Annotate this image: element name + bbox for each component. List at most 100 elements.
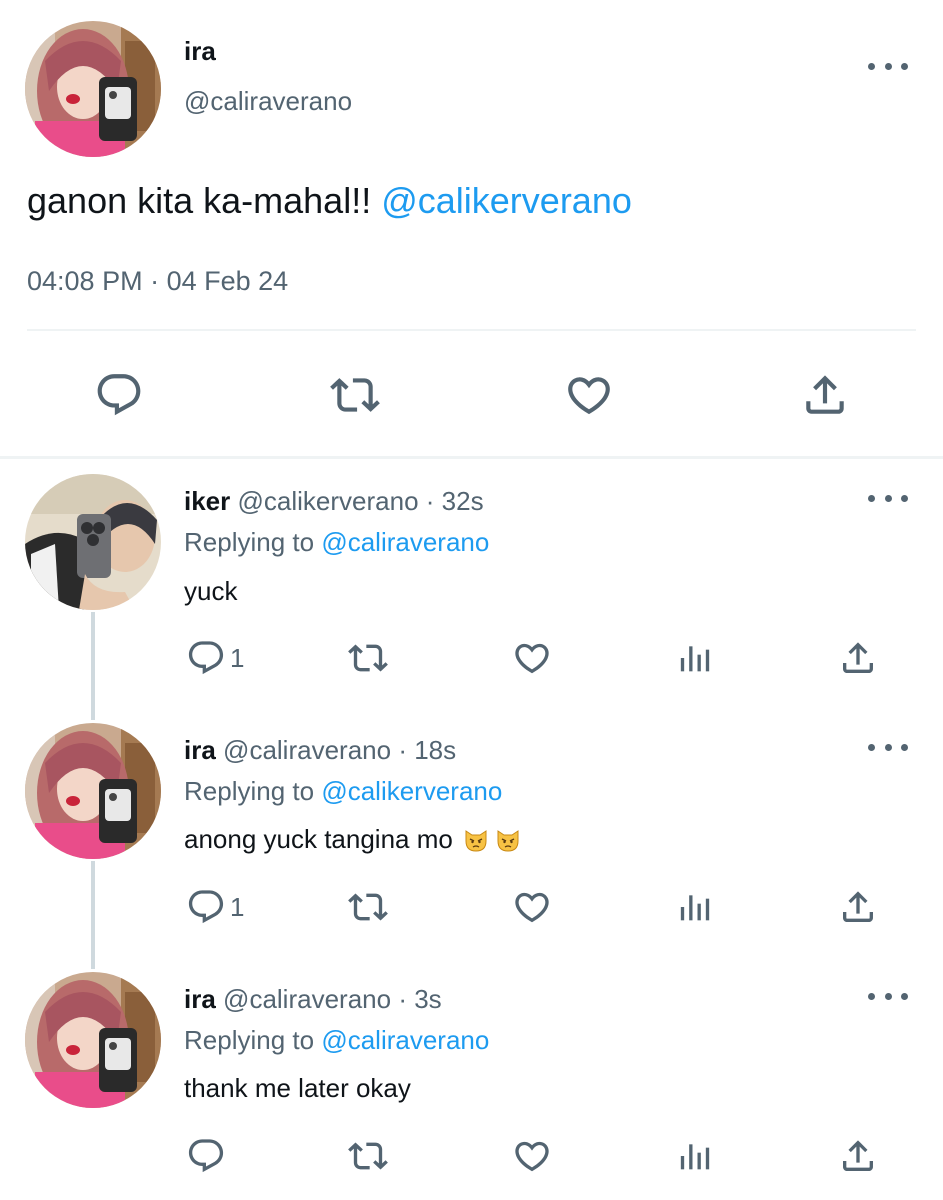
replying-to-label: Replying to [184,1025,315,1055]
more-dot [868,494,875,502]
reply-text-body: thank me later okay [184,1073,411,1103]
bar-chart-icon [675,638,715,678]
replying-to-label: Replying to [184,527,315,557]
reply-text: yuck [184,576,237,607]
speech-bubble-icon [186,1136,226,1176]
replying-to-link[interactable]: @caliraverano [321,527,489,557]
tweet-timestamp[interactable]: 04:08 PM · 04 Feb 24 [27,266,288,297]
more-dot [901,992,908,1000]
reply-text-body: yuck [184,576,238,606]
avatar[interactable] [25,474,161,610]
reply-time[interactable]: 18s [414,735,456,765]
share-button[interactable] [838,1136,878,1176]
more-dot [868,743,875,751]
reply-time[interactable]: 3s [414,984,441,1014]
reply-text: anong yuck tangina mo [184,824,521,855]
share-button[interactable] [800,370,850,420]
reply-header: ira @caliraverano · 18s [184,735,456,766]
more-options-button[interactable] [868,488,908,508]
more-dot [884,992,892,1000]
share-button[interactable] [838,638,878,678]
retweet-icon [348,638,388,678]
speech-bubble-icon [186,638,226,678]
reply-text-body: anong yuck tangina mo [184,824,453,854]
more-dot [884,494,892,502]
replying-to-link[interactable]: @caliraverano [321,1025,489,1055]
views-button[interactable] [675,638,715,678]
like-button[interactable] [512,638,552,678]
more-dot [901,62,908,70]
like-button[interactable] [564,370,614,420]
divider [27,329,916,331]
pouting-cat-emoji [495,827,521,853]
reply-text: thank me later okay [184,1073,411,1104]
reply-count: 1 [230,891,245,922]
share-icon [838,1136,878,1176]
replying-to: Replying to @caliraverano [184,1025,489,1056]
share-button[interactable] [838,887,878,927]
reply-display-name[interactable]: ira [184,735,216,765]
tweet-mention-link[interactable]: @calikerverano [381,180,632,221]
speech-bubble-icon [186,887,226,927]
reply-header: ira @caliraverano · 3s [184,984,442,1015]
retweet-icon [330,370,380,420]
heart-icon [512,1136,552,1176]
more-options-button[interactable] [868,986,908,1006]
replying-to-link[interactable]: @calikerverano [321,776,502,806]
reply-handle[interactable]: @calikerverano [238,486,419,516]
replying-to: Replying to @calikerverano [184,776,502,807]
like-button[interactable] [512,887,552,927]
replying-to: Replying to @caliraverano [184,527,489,558]
author-handle[interactable]: @caliraverano [184,86,352,117]
retweet-icon [348,1136,388,1176]
reply-header: iker @calikerverano · 32s [184,486,484,517]
heart-icon [512,887,552,927]
more-dot [884,62,892,70]
reply-handle[interactable]: @caliraverano [223,984,391,1014]
more-options-button[interactable] [868,56,908,76]
avatar[interactable] [25,972,161,1108]
reply-button[interactable] [186,1136,230,1176]
retweet-icon [348,887,388,927]
retweet-button[interactable] [348,1136,388,1176]
reply-button[interactable]: 1 [186,638,244,678]
reply-button[interactable]: 1 [186,887,244,927]
like-button[interactable] [512,1136,552,1176]
more-dot [868,62,875,70]
more-dot [884,743,892,751]
share-icon [838,887,878,927]
meta-separator: · [425,486,435,516]
views-button[interactable] [675,887,715,927]
divider [0,456,943,459]
reply-display-name[interactable]: iker [184,486,230,516]
reply-handle[interactable]: @caliraverano [223,735,391,765]
reply-time[interactable]: 32s [442,486,484,516]
retweet-button[interactable] [330,370,380,420]
avatar[interactable] [25,21,161,157]
more-dot [901,743,908,751]
more-options-button[interactable] [868,737,908,757]
bar-chart-icon [675,1136,715,1176]
heart-icon [564,370,614,420]
share-icon [838,638,878,678]
avatar[interactable] [25,723,161,859]
retweet-button[interactable] [348,638,388,678]
tweet-text: ganon kita ka-mahal!! @calikerverano [27,180,632,222]
meta-separator: · [150,266,160,296]
meta-separator: · [398,984,407,1014]
share-icon [800,370,850,420]
more-dot [901,494,908,502]
reply-button[interactable] [94,370,144,420]
heart-icon [512,638,552,678]
author-display-name[interactable]: ira [184,36,216,67]
reply-display-name[interactable]: ira [184,984,216,1014]
tweet-text-body: ganon kita ka-mahal!! [27,180,372,221]
meta-separator: · [398,735,407,765]
tweet-date: 04 Feb 24 [166,266,289,296]
thread-connector [91,861,95,969]
views-button[interactable] [675,1136,715,1176]
bar-chart-icon [675,887,715,927]
pouting-cat-emoji [463,827,489,853]
retweet-button[interactable] [348,887,388,927]
replying-to-label: Replying to [184,776,315,806]
